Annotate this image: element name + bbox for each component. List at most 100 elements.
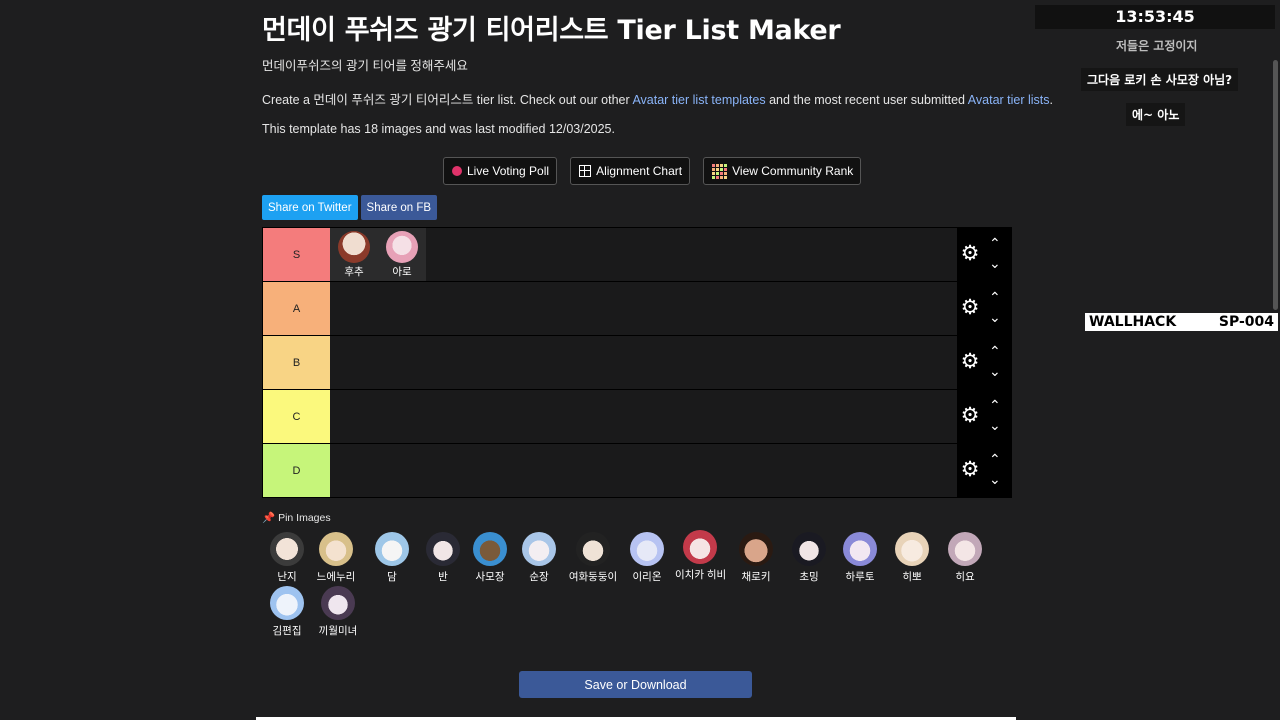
chat-message: 그다음 로키 손 사모장 아님? [1081,68,1239,91]
pool-item[interactable]: 느에누리 [311,530,361,584]
community-rank-label: View Community Rank [732,164,854,178]
share-fb-button[interactable]: Share on FB [360,195,438,220]
gear-icon[interactable]: ⚙ [960,459,980,480]
item-name: 반 [438,571,448,583]
template-info: This template has 18 images and was last… [262,122,615,136]
tier-items[interactable] [330,444,957,497]
gear-icon[interactable]: ⚙ [960,243,980,264]
chevron-down-icon[interactable]: ⌄ [989,364,1001,378]
tier-item[interactable]: 아로 [378,228,426,281]
gear-icon[interactable]: ⚙ [960,297,980,318]
avatar [630,532,664,566]
pool-item[interactable]: 담 [367,530,417,584]
tier-controls: ⚙ ⌃ ⌄ [957,228,1011,281]
tier-items[interactable] [330,336,957,389]
pool-item[interactable]: 히요 [940,530,990,584]
chevron-up-icon[interactable]: ⌃ [989,344,1001,358]
tier-row-s: S 후추 아로 ⚙ ⌃ ⌄ [263,228,1011,282]
avatar [321,586,355,620]
alignment-chart-button[interactable]: Alignment Chart [570,157,691,185]
item-name: 아로 [392,266,412,278]
avatar [843,532,877,566]
avatar [739,532,773,566]
tier-row-c: C ⚙ ⌃ ⌄ [263,390,1011,444]
pool-item[interactable]: 사모장 [465,530,515,584]
tier-table: S 후추 아로 ⚙ ⌃ ⌄ A ⚙ ⌃ ⌄ B ⚙ ⌃ ⌄ C ⚙ ⌃ ⌄ D … [262,227,1012,498]
pool-item[interactable]: 반 [418,530,468,584]
tier-label[interactable]: B [263,336,330,389]
chevron-up-icon[interactable]: ⌃ [989,452,1001,466]
pool-item[interactable]: 이리온 [622,530,672,584]
pool-item[interactable]: 히뽀 [887,530,937,584]
grid-icon [579,165,592,177]
alignment-chart-label: Alignment Chart [596,164,683,178]
item-name: 느에누리 [316,571,356,583]
tier-label[interactable]: C [263,390,330,443]
avatar [270,586,304,620]
chevron-down-icon[interactable]: ⌄ [989,472,1001,486]
avatar [895,532,929,566]
scrollbar[interactable] [1273,60,1278,310]
item-name: 사모장 [475,571,505,583]
wallhack-label: WALLHACK [1089,314,1177,330]
item-name: 이리온 [632,571,662,583]
item-name: 이치카 히비 [675,569,727,581]
pool-item[interactable]: 순장 [514,530,564,584]
pool-item[interactable]: 이치카 히비 [675,528,727,582]
pin-images-toggle[interactable]: 📌 Pin Images [262,511,331,525]
item-name: 여화둥둥이 [568,571,618,583]
pool-item[interactable]: 끼월미녀 [313,584,363,638]
avatar [319,532,353,566]
live-voting-button[interactable]: Live Voting Poll [443,157,558,185]
tier-controls: ⚙ ⌃ ⌄ [957,336,1011,389]
tier-items[interactable] [330,390,957,443]
record-dot-icon [452,166,462,176]
tier-row-b: B ⚙ ⌃ ⌄ [263,336,1011,390]
community-rank-button[interactable]: View Community Rank [703,157,862,185]
chevron-up-icon[interactable]: ⌃ [989,290,1001,304]
avatar [522,532,556,566]
description-suffix: . [1049,93,1054,107]
item-name: 히요 [955,571,975,583]
gear-icon[interactable]: ⚙ [960,351,980,372]
chevron-up-icon[interactable]: ⌃ [989,398,1001,412]
item-name: 끼월미녀 [318,625,358,637]
tier-items[interactable]: 후추 아로 [330,228,957,281]
page-subtitle: 먼데이푸쉬즈의 광기 티어를 정해주세요 [262,59,468,73]
chevron-down-icon[interactable]: ⌄ [989,418,1001,432]
item-name: 순장 [529,571,549,583]
item-name: 히뽀 [902,571,922,583]
tier-item[interactable]: 후추 [330,228,378,281]
item-name: 채로키 [741,571,771,583]
tier-controls: ⚙ ⌃ ⌄ [957,390,1011,443]
pool-item[interactable]: 김편집 [262,584,312,638]
chevron-down-icon[interactable]: ⌄ [989,310,1001,324]
avatar [473,532,507,566]
tier-label[interactable]: S [263,228,330,281]
share-buttons: Share on Twitter Share on FB [262,195,438,220]
page-title: 먼데이 푸쉬즈 광기 티어리스트 Tier List Maker [262,15,841,46]
pool-item[interactable]: 난지 [262,530,312,584]
save-download-button[interactable]: Save or Download [519,671,752,698]
chat-message: 에~ 아노 [1126,103,1186,126]
tier-label[interactable]: D [263,444,330,497]
tier-row-d: D ⚙ ⌃ ⌄ [263,444,1011,497]
description-prefix: Create a 먼데이 푸쉬즈 광기 티어리스트 tier list. Che… [262,93,633,107]
live-voting-label: Live Voting Poll [467,164,550,178]
share-twitter-button[interactable]: Share on Twitter [262,195,358,220]
description-middle: and the most recent user submitted [765,93,968,107]
avatar-tier-lists-link[interactable]: Avatar tier lists [968,93,1050,107]
action-buttons: Live Voting Poll Alignment Chart View Co… [443,157,862,185]
tier-items[interactable] [330,282,957,335]
pool-item[interactable]: 여화둥둥이 [568,530,618,584]
gear-icon[interactable]: ⚙ [960,405,980,426]
pool-item[interactable]: 초밍 [784,530,834,584]
chevron-down-icon[interactable]: ⌄ [989,256,1001,270]
item-name: 난지 [277,571,297,583]
chevron-up-icon[interactable]: ⌃ [989,236,1001,250]
avatar [948,532,982,566]
tier-label[interactable]: A [263,282,330,335]
avatar-templates-link[interactable]: Avatar tier list templates [632,93,765,107]
pool-item[interactable]: 하루토 [835,530,885,584]
pool-item[interactable]: 채로키 [731,530,781,584]
